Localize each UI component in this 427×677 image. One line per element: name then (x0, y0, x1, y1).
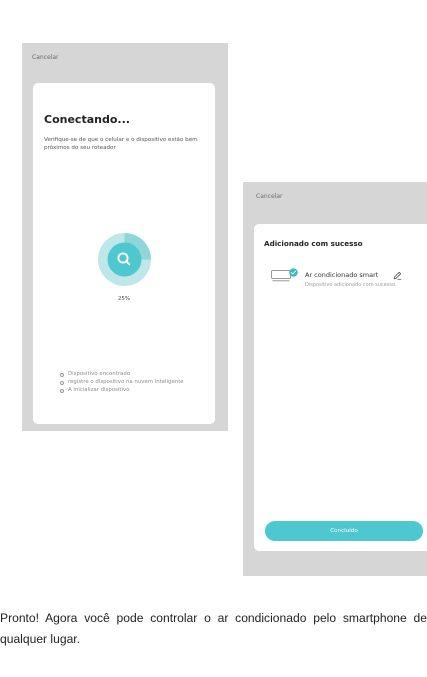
page-title: Adicionado com sucesso (264, 239, 363, 248)
connecting-description: Verifique-se de que o celular e o dispos… (44, 137, 198, 151)
cancel-button[interactable]: Cancelar (256, 193, 282, 200)
step-list: Dispositivo encontrado registre o dispos… (60, 370, 184, 394)
caption-text: Pronto! Agora você pode controlar o ar c… (0, 611, 427, 647)
progress-ring (98, 233, 151, 286)
check-icon (289, 268, 298, 277)
air-conditioner-icon (271, 270, 291, 282)
progress-percent: 25% (118, 296, 130, 302)
cancel-button[interactable]: Cancelar (32, 54, 58, 61)
step-item: registre o dispositivo na nuvem intelige… (60, 378, 184, 386)
added-screen: Cancelar Adicionado com sucesso Ar condi… (243, 182, 427, 576)
done-button[interactable]: Concluído (265, 521, 423, 541)
page-title: Conectando... (44, 113, 130, 126)
connecting-screen: Cancelar Conectando... Verifique-se de q… (22, 43, 228, 431)
edit-icon[interactable] (393, 271, 402, 280)
connecting-card: Conectando... Verifique-se de que o celu… (33, 83, 215, 424)
device-status: Dispositivo adicionado com sucesso. (305, 282, 397, 288)
added-card: Adicionado com sucesso Ar condicionado s… (254, 224, 427, 551)
step-item: A inicializar dispositivo (60, 386, 184, 394)
step-item: Dispositivo encontrado (60, 370, 184, 378)
device-name: Ar condicionado smart (305, 271, 379, 279)
